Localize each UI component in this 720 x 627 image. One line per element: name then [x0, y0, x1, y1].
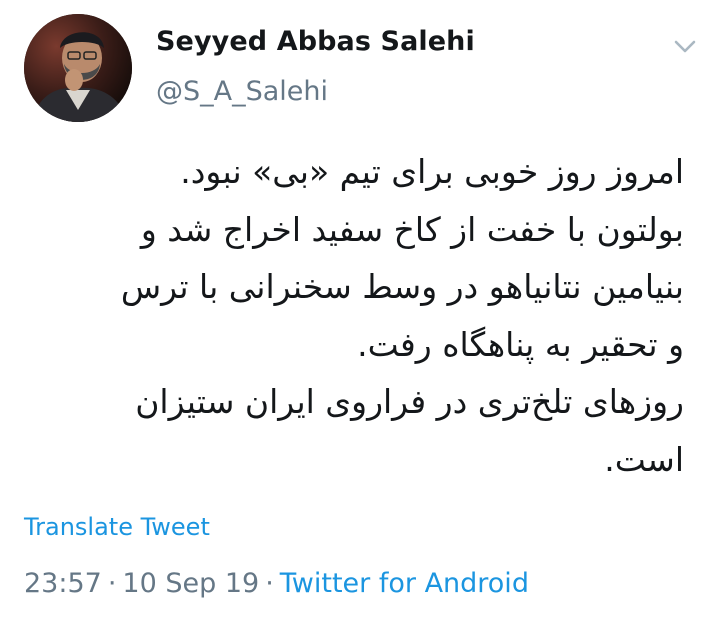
tweet-text-line: روزهای تلخ‌تری در فراروی ایران ستیزان — [135, 382, 684, 421]
author-name[interactable]: Seyyed Abbas Salehi — [156, 26, 475, 57]
chevron-down-icon — [674, 40, 696, 53]
meta-separator: · — [265, 568, 274, 599]
translate-tweet-link[interactable]: Translate Tweet — [24, 513, 210, 541]
tweet-card: Seyyed Abbas Salehi @S_A_Salehi امروز رو… — [0, 0, 720, 627]
avatar-image — [24, 14, 132, 122]
tweet-text-line: بنیامین نتانیاهو در وسط سخنرانی با ترس — [120, 267, 684, 306]
meta-separator: · — [107, 568, 117, 599]
avatar[interactable] — [24, 14, 132, 122]
tweet-text-line: بولتون با خفت از کاخ سفید اخراج شد و — [140, 209, 684, 249]
tweet-meta: 23:57 · 10 Sep 19 · Twitter for Android — [24, 568, 529, 599]
tweet-text-line: است. — [604, 439, 684, 479]
tweet-text: امروز روز خوبی برای تیم «بی» نبود. بولتو… — [24, 143, 684, 488]
author-handle[interactable]: @S_A_Salehi — [156, 76, 328, 107]
tweet-source-link[interactable]: Twitter for Android — [280, 568, 529, 599]
tweet-date: 10 Sep 19 — [122, 568, 260, 599]
tweet-time: 23:57 — [24, 568, 102, 599]
tweet-menu-button[interactable] — [668, 30, 702, 64]
tweet-text-line: امروز روز خوبی برای تیم «بی» نبود. — [180, 152, 684, 191]
tweet-text-line: و تحقیر به پناهگاه رفت. — [357, 324, 684, 364]
